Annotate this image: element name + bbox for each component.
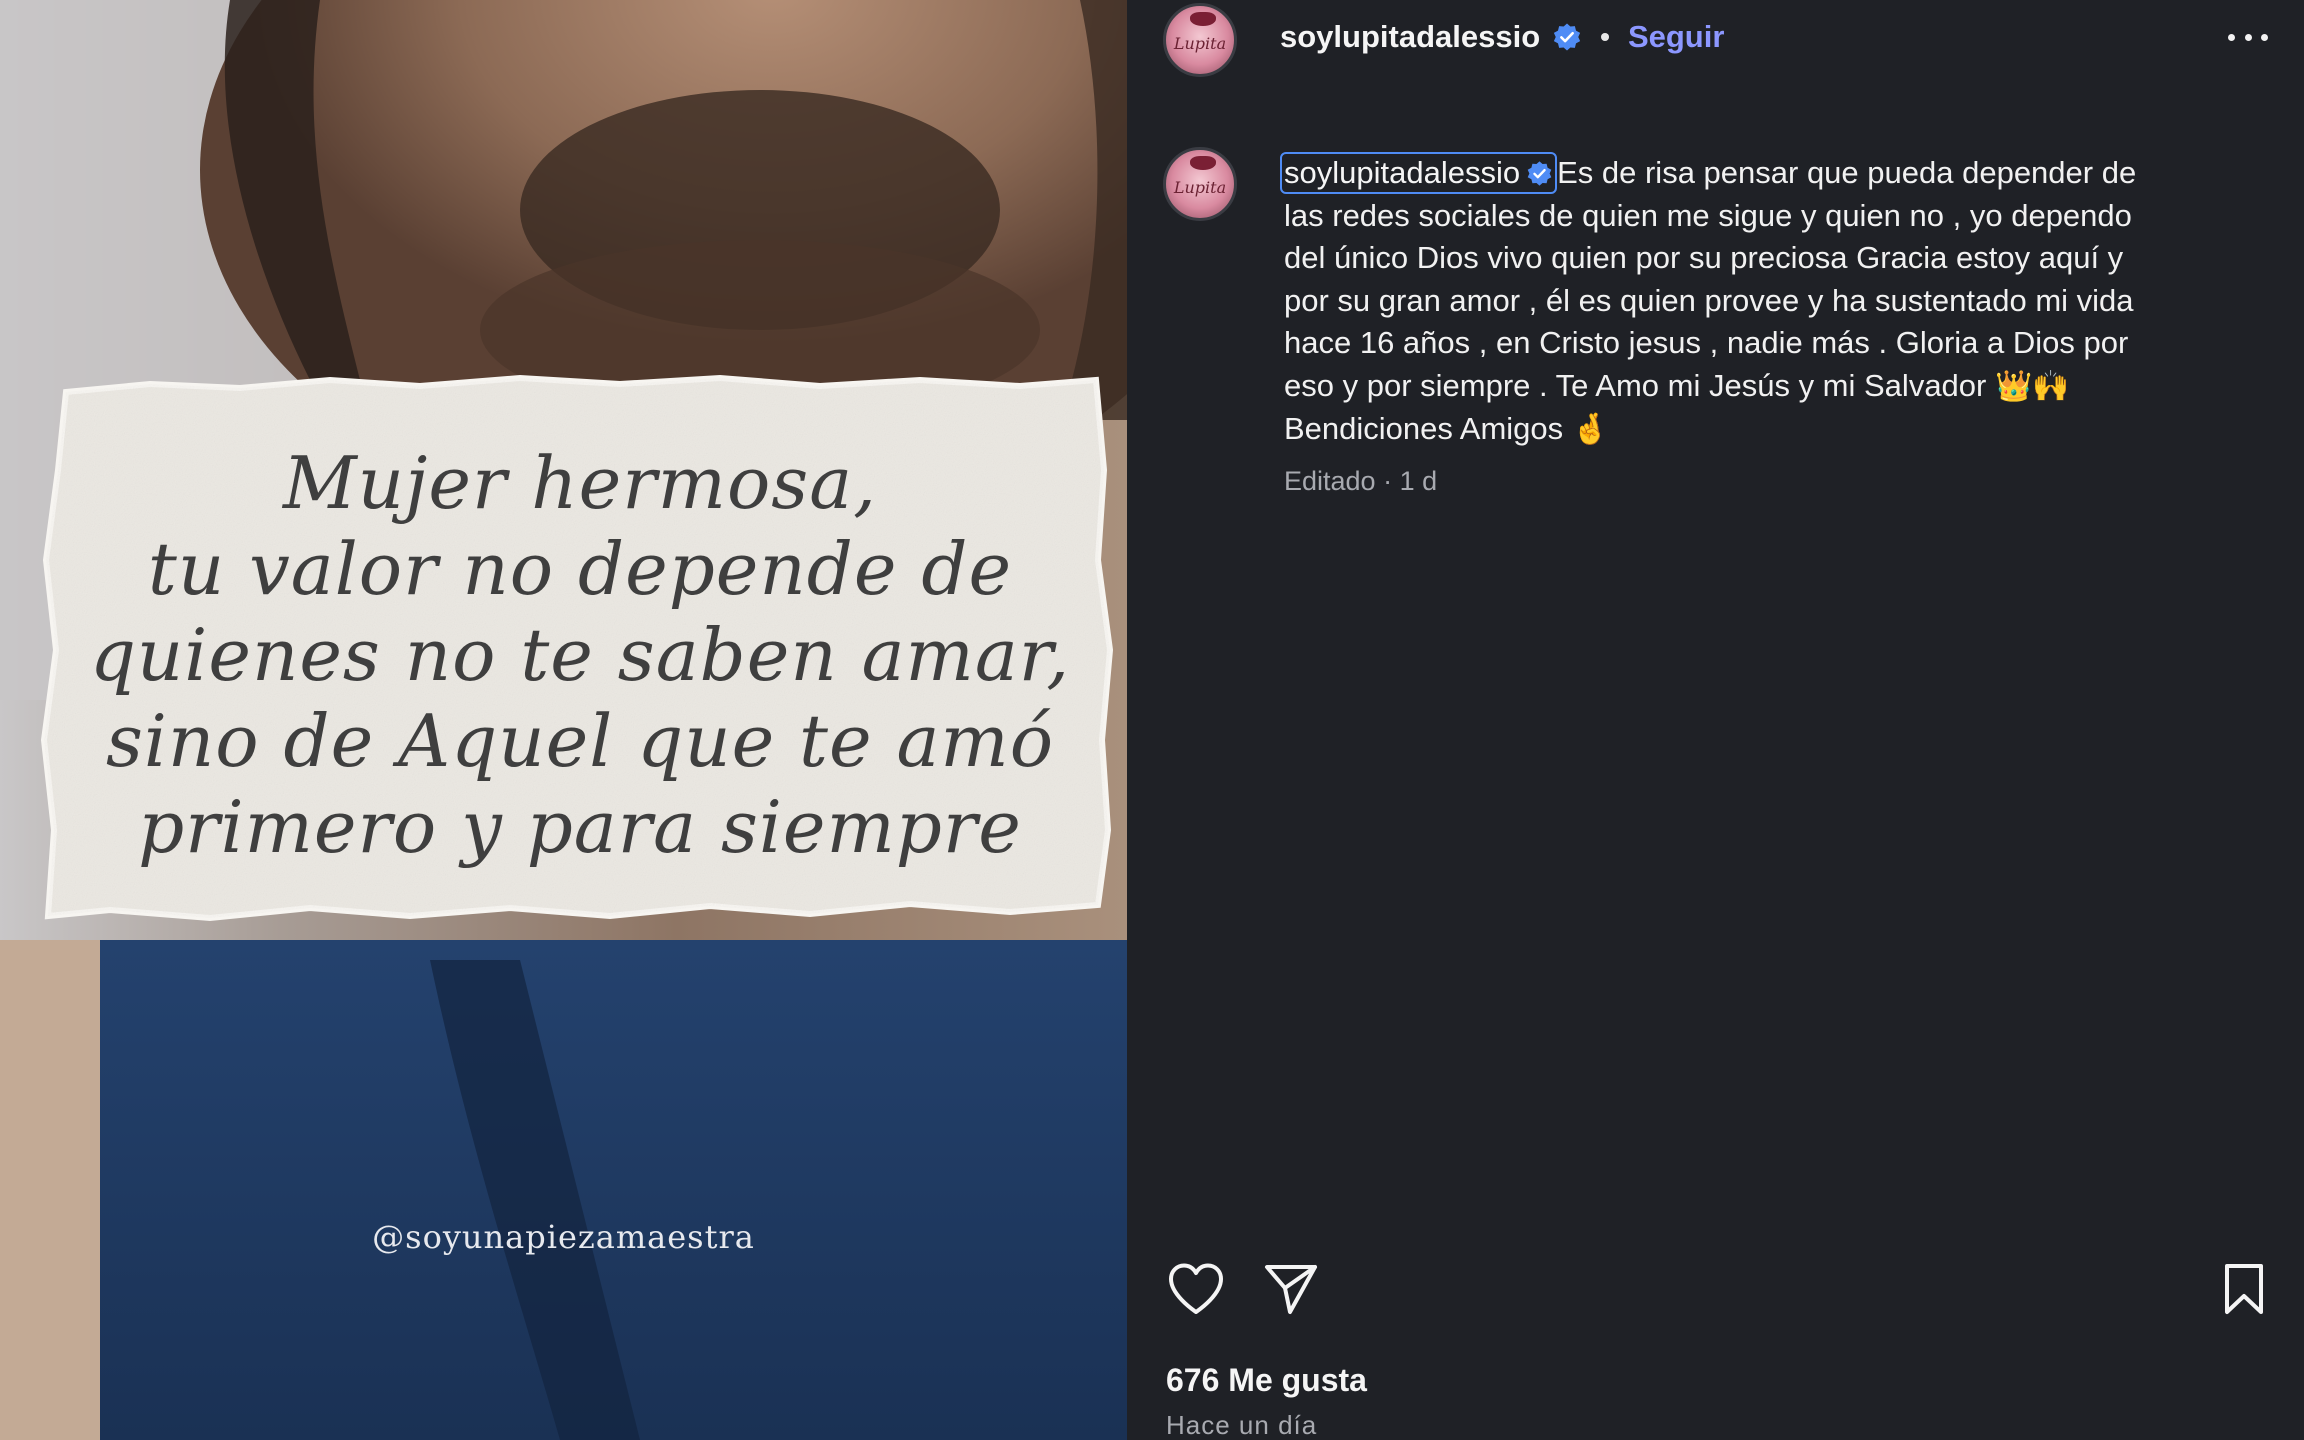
action-bar bbox=[1167, 1262, 2267, 1322]
note-line: sino de Aquel que te amó bbox=[105, 699, 1055, 783]
send-icon[interactable] bbox=[1263, 1262, 1319, 1316]
note-line: tu valor no depende de bbox=[147, 527, 1013, 611]
caption-meta: Editado · 1 d bbox=[1284, 466, 1438, 496]
post-header: soylupitadalessio • Seguir bbox=[1280, 19, 1724, 55]
post-caption: soylupitadalessio Es de risa pensar que … bbox=[1280, 152, 2264, 452]
note-line: primero y para siempre bbox=[138, 785, 1022, 869]
more-options-icon[interactable] bbox=[2228, 22, 2268, 52]
post-viewer: Mujer hermosa, tu valor no depende de qu… bbox=[0, 0, 2304, 1440]
caption-line: eso y por siempre . Te Amo mi Jesús y mi… bbox=[1284, 365, 2264, 409]
image-watermark: @soyunapiezamaestra bbox=[372, 1218, 755, 1256]
caption-avatar[interactable]: Lupita bbox=[1163, 147, 1237, 221]
caption-text: eso y por siempre . Te Amo mi Jesús y mi… bbox=[1284, 367, 1987, 403]
caption-line: por su gran amor , él es quien provee y … bbox=[1284, 282, 2134, 318]
heart-icon[interactable] bbox=[1167, 1262, 1225, 1316]
caption-text: Es de risa pensar que pueda depender de bbox=[1557, 155, 2137, 190]
avatar-text: Lupita bbox=[1173, 178, 1227, 197]
caption-text: Bendiciones Amigos bbox=[1284, 411, 1564, 446]
note-line: quienes no te saben amar, bbox=[89, 613, 1071, 697]
separator-dot: • bbox=[1600, 21, 1610, 52]
crown-praise-emoji: 👑🙌 bbox=[1994, 368, 2070, 404]
caption-line: del único Dios vivo quien por su precios… bbox=[1284, 240, 2124, 275]
follow-button[interactable]: Seguir bbox=[1628, 19, 1724, 55]
caption-line: las redes sociales de quien me sigue y q… bbox=[1284, 197, 2132, 233]
post-image[interactable]: Mujer hermosa, tu valor no depende de qu… bbox=[0, 0, 1127, 1440]
likes-count[interactable]: 676 Me gusta bbox=[1166, 1362, 1367, 1399]
caption-username: soylupitadalessio bbox=[1284, 155, 1521, 190]
bow-icon bbox=[1190, 156, 1216, 170]
avatar-text: Lupita bbox=[1173, 34, 1227, 53]
header-avatar[interactable]: Lupita bbox=[1163, 3, 1237, 77]
bookmark-icon[interactable] bbox=[2221, 1262, 2267, 1316]
post-time: Hace un día bbox=[1166, 1410, 1318, 1440]
caption-line: hace 16 años , en Cristo jesus , nadie m… bbox=[1284, 325, 2129, 360]
crossed-fingers-emoji: 🤞 bbox=[1571, 412, 1610, 447]
header-username[interactable]: soylupitadalessio bbox=[1280, 19, 1540, 55]
verified-badge-icon bbox=[1527, 160, 1552, 186]
post-sidebar: Lupita soylupitadalessio • Seguir Lupita… bbox=[1127, 0, 2304, 1440]
bow-icon bbox=[1190, 12, 1216, 26]
note-text: Mujer hermosa, tu valor no depende de qu… bbox=[40, 440, 1120, 870]
caption-line: Bendiciones Amigos 🤞 bbox=[1284, 408, 2264, 452]
note-line: Mujer hermosa, bbox=[282, 441, 878, 525]
caption-line: soylupitadalessio Es de risa pensar que … bbox=[1280, 152, 2264, 195]
caption-username-link[interactable]: soylupitadalessio bbox=[1280, 152, 1558, 194]
verified-badge-icon bbox=[1554, 23, 1581, 51]
